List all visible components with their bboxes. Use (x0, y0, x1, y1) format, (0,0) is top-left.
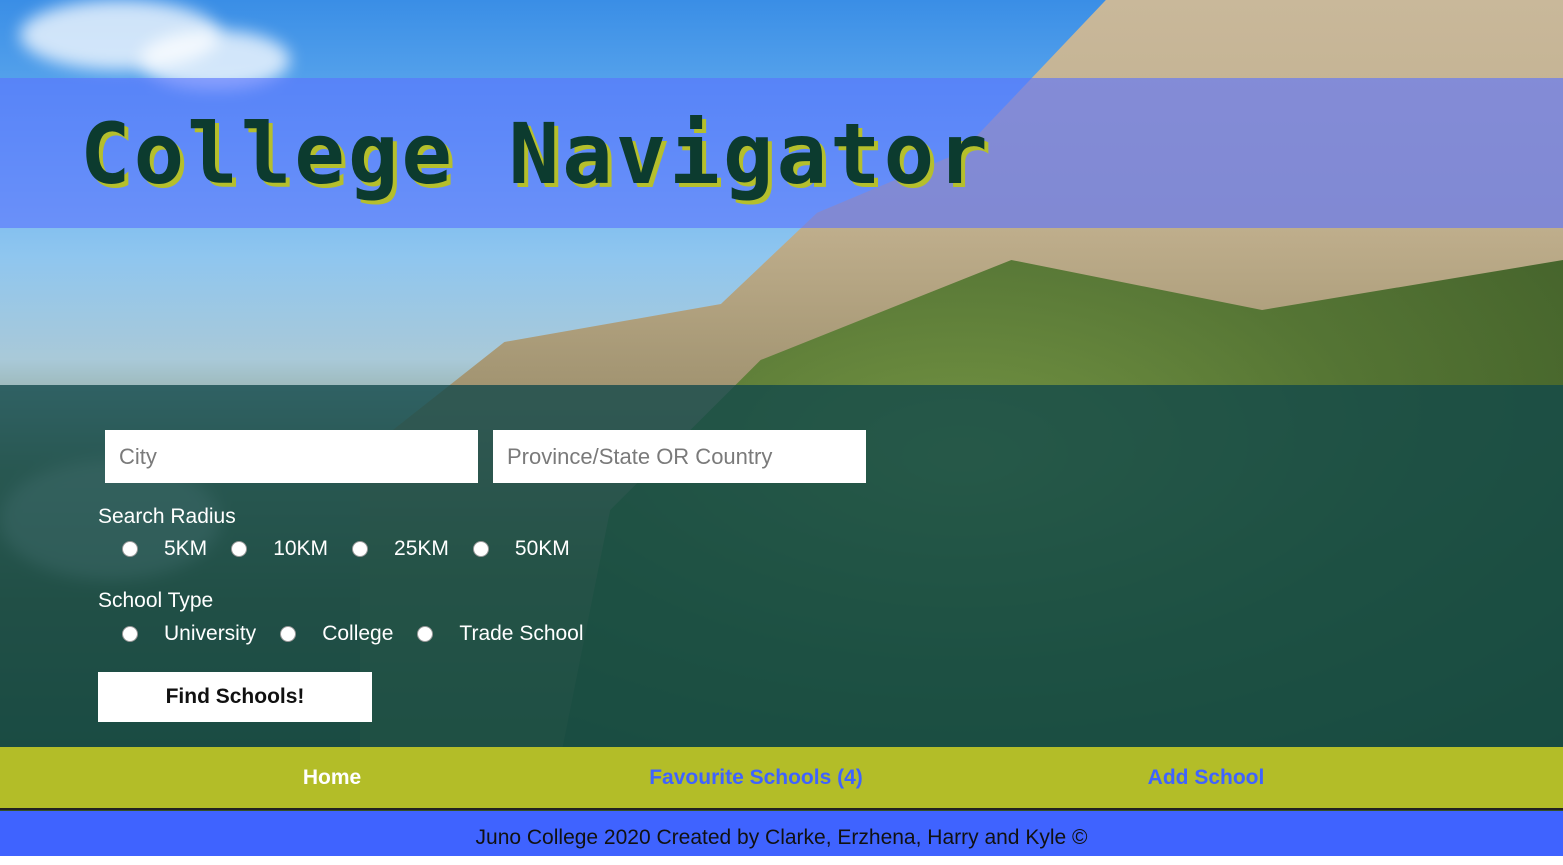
footer-text: Juno College 2020 Created by Clarke, Erz… (475, 826, 1088, 849)
region-input[interactable] (493, 430, 866, 483)
site-title: College Navigator (80, 105, 991, 203)
find-schools-button[interactable]: Find Schools! (98, 672, 372, 722)
nav-favourite-schools-link[interactable]: Favourite Schools (4) (649, 766, 863, 790)
type-university-radio[interactable] (122, 626, 138, 642)
footer: Juno College 2020 Created by Clarke, Erz… (0, 811, 1563, 856)
school-type-group: University College Trade School (122, 622, 608, 646)
radius-25km-radio[interactable] (352, 541, 369, 557)
type-college-radio[interactable] (280, 626, 297, 642)
radius-50km-label: 50KM (514, 537, 570, 560)
nav-add-school-link[interactable]: Add School (1148, 766, 1265, 790)
radius-10km-radio[interactable] (231, 541, 248, 557)
main-nav: Home Favourite Schools (4) Add School (0, 747, 1563, 810)
type-university-label: University (164, 622, 257, 645)
search-radius-group: 5KM 10KM 25KM 50KM (122, 537, 594, 561)
radius-5km-radio[interactable] (122, 541, 138, 557)
type-trade-school-radio[interactable] (417, 626, 434, 642)
school-type-label: School Type (98, 589, 214, 612)
radius-5km-label: 5KM (164, 537, 208, 560)
search-radius-label: Search Radius (98, 505, 236, 528)
type-college-label: College (322, 622, 394, 645)
city-input[interactable] (105, 430, 478, 483)
type-trade-school-label: Trade School (459, 622, 584, 645)
radius-50km-radio[interactable] (472, 541, 489, 557)
nav-home-link[interactable]: Home (303, 766, 361, 790)
radius-25km-label: 25KM (394, 537, 449, 560)
radius-10km-label: 10KM (273, 537, 329, 560)
